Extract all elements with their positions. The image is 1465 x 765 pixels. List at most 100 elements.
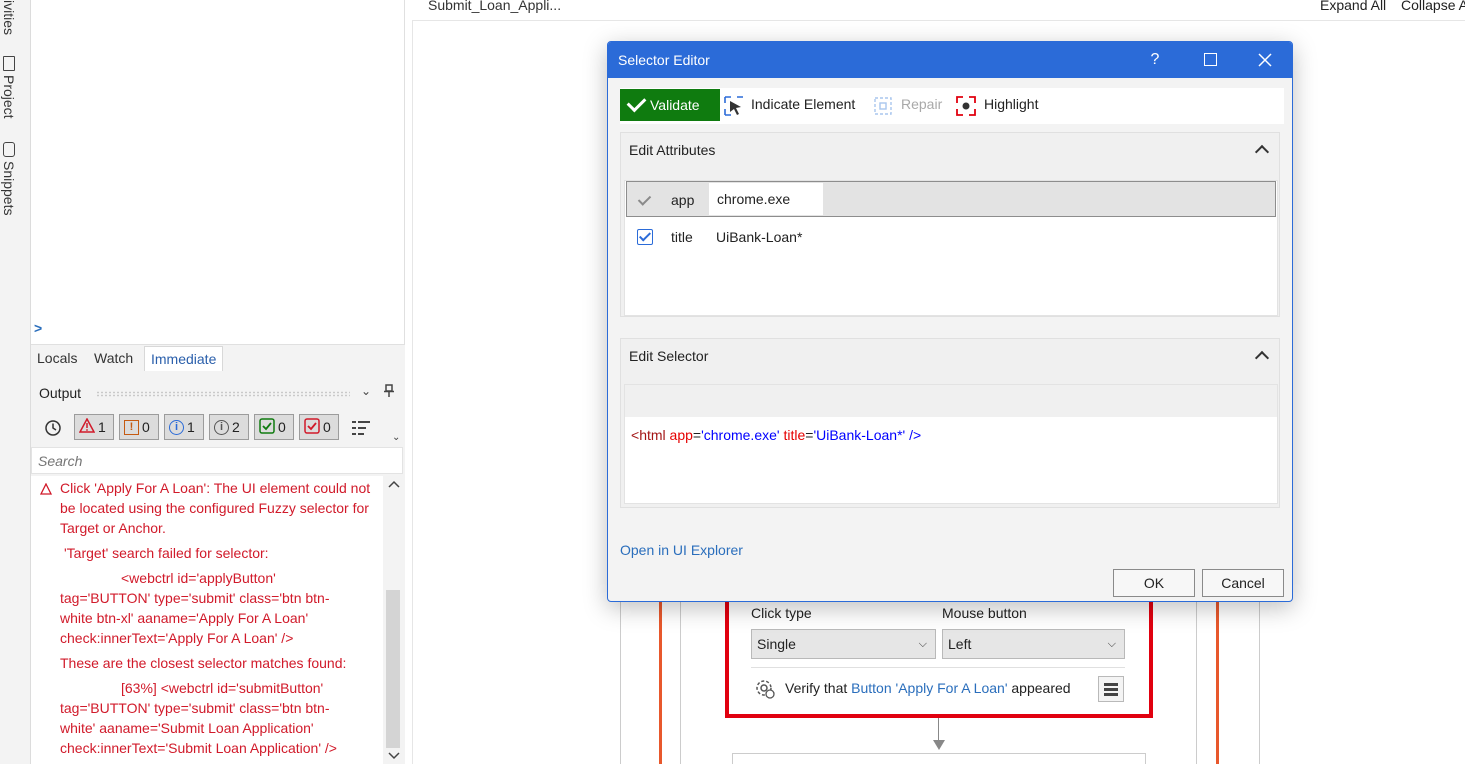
log-target-selector: <webctrl id='applyButton' tag='BUTTON' t…: [60, 570, 330, 646]
side-tab-snippets[interactable]: Snippets: [1, 142, 17, 215]
help-button[interactable]: ?: [1128, 42, 1182, 78]
attribute-app-name: app: [671, 192, 695, 208]
close-icon: [1258, 53, 1272, 67]
filter-trace-count: 2: [232, 419, 240, 435]
trace-icon: i: [214, 419, 229, 435]
immediate-window[interactable]: [31, 0, 405, 345]
indicate-element-button[interactable]: Indicate Element: [751, 96, 855, 112]
mouse-button-dropdown[interactable]: Left ⌵: [942, 629, 1125, 659]
more-chevron-icon[interactable]: ⌄: [392, 432, 400, 443]
verify-options-button[interactable]: [1098, 676, 1124, 702]
ok-button[interactable]: OK: [1113, 569, 1195, 597]
filter-list-icon[interactable]: [351, 419, 373, 440]
attribute-app-checkbox[interactable]: [637, 192, 653, 208]
collapse-all-button[interactable]: Collapse A: [1401, 0, 1465, 13]
highlight-icon[interactable]: [955, 95, 977, 120]
flow-arrow-icon: [933, 740, 945, 750]
dialog-titlebar[interactable]: Selector Editor ?: [608, 42, 1292, 78]
warning-icon: !: [124, 419, 139, 435]
attribute-title-checkbox[interactable]: [637, 229, 653, 245]
mouse-button-label: Mouse button: [942, 605, 1027, 621]
selector-editor-gutter: [625, 385, 1277, 417]
filter-verbose-count: 0: [323, 419, 331, 435]
filter-success-count: 0: [278, 419, 286, 435]
snippets-icon: [3, 142, 15, 157]
designer-header: [412, 0, 1465, 21]
output-panel-title: Output: [39, 385, 82, 401]
output-scroll-thumb[interactable]: [386, 590, 400, 748]
verify-execution-text: Verify that Button 'Apply For A Loan' ap…: [785, 680, 1071, 696]
menu-bar: [1104, 688, 1118, 691]
tab-immediate[interactable]: Immediate: [144, 346, 224, 371]
filter-errors-button[interactable]: 1: [74, 414, 114, 440]
maximize-button[interactable]: [1183, 42, 1237, 78]
verify-target-link[interactable]: Button 'Apply For A Loan': [851, 680, 1007, 696]
selector-text[interactable]: <html app='chrome.exe' title='UiBank-Loa…: [631, 427, 921, 443]
filter-warnings-count: 0: [142, 419, 150, 435]
selector-value-title: 'UiBank-Loan*': [813, 427, 906, 443]
side-tab-strip: ivities Project Snippets: [0, 0, 31, 764]
panel-drag-grip[interactable]: [96, 391, 350, 397]
side-tab-project-label: Project: [1, 75, 17, 119]
open-ui-explorer-link[interactable]: Open in UI Explorer: [620, 542, 743, 558]
expand-all-button[interactable]: Expand All: [1320, 0, 1386, 13]
error-triangle-icon: [78, 417, 96, 436]
next-activity-card[interactable]: [732, 753, 1146, 764]
breadcrumb-workflow[interactable]: Submit_Loan_Appli...: [428, 0, 561, 13]
chevron-up-icon[interactable]: [1254, 350, 1270, 366]
output-search-input[interactable]: [32, 448, 402, 473]
pin-icon[interactable]: [383, 384, 395, 401]
selector-close-bracket: />: [909, 427, 922, 443]
scroll-down-icon[interactable]: [387, 748, 401, 762]
selector-tag: html: [639, 427, 666, 443]
verify-check-icon: [304, 417, 320, 437]
verify-target-icon: [755, 679, 775, 699]
validate-button[interactable]: Validate: [620, 89, 720, 121]
dialog-title: Selector Editor: [618, 52, 710, 68]
log-target-failed: 'Target' search failed for selector:: [64, 545, 269, 561]
filter-info-button[interactable]: i 1: [164, 414, 204, 440]
highlight-button[interactable]: Highlight: [984, 96, 1038, 112]
filter-trace-button[interactable]: i 2: [209, 414, 249, 440]
chevron-up-icon[interactable]: [1254, 144, 1270, 160]
mouse-button-value: Left: [948, 636, 972, 652]
clock-icon[interactable]: [44, 419, 62, 440]
repair-button: Repair: [901, 96, 943, 112]
tab-locals[interactable]: Locals: [31, 346, 83, 370]
cancel-button[interactable]: Cancel: [1202, 569, 1284, 597]
log-closest-selector: [63%] <webctrl id='submitButton' tag='BU…: [60, 680, 337, 756]
menu-bar: [1104, 693, 1118, 696]
divider: [751, 667, 1125, 668]
chevron-down-icon: ⌵: [1107, 638, 1116, 650]
selector-value-app: 'chrome.exe': [701, 427, 780, 443]
selector-attr-title: title: [783, 427, 806, 443]
tab-watch[interactable]: Watch: [88, 346, 139, 370]
attribute-title-value[interactable]: UiBank-Loan*: [716, 229, 802, 245]
filter-verbose-button[interactable]: 0: [299, 414, 339, 440]
side-tab-activities-label: ivities: [1, 0, 17, 36]
indicate-element-icon[interactable]: [723, 95, 745, 120]
output-search-field[interactable]: [31, 447, 403, 474]
side-tab-project[interactable]: Project: [1, 56, 17, 119]
error-triangle-icon: [39, 480, 53, 500]
chevron-down-icon: ⌵: [918, 638, 927, 650]
filter-warnings-button[interactable]: ! 0: [119, 414, 159, 440]
filter-success-button[interactable]: 0: [254, 414, 294, 440]
verify-suffix: appeared: [1011, 680, 1071, 696]
filter-info-count: 1: [187, 419, 195, 435]
click-type-dropdown[interactable]: Single ⌵: [751, 629, 936, 659]
close-button[interactable]: [1238, 42, 1292, 78]
attribute-title-name: title: [671, 229, 693, 245]
chevron-down-icon[interactable]: ⌄: [361, 384, 371, 398]
scroll-up-icon[interactable]: [387, 478, 401, 492]
edit-selector-header: Edit Selector: [629, 348, 709, 364]
log-closest-matches: These are the closest selector matches f…: [60, 655, 347, 671]
attribute-app-value-field[interactable]: chrome.exe: [709, 183, 823, 215]
side-tab-activities[interactable]: ivities: [1, 0, 17, 35]
selector-attr-app: app: [669, 427, 693, 443]
immediate-prompt: >: [34, 320, 43, 336]
edit-attributes-header: Edit Attributes: [629, 142, 716, 158]
info-icon: i: [169, 419, 184, 435]
checkmark-icon: [626, 92, 647, 113]
validate-label: Validate: [650, 97, 700, 113]
